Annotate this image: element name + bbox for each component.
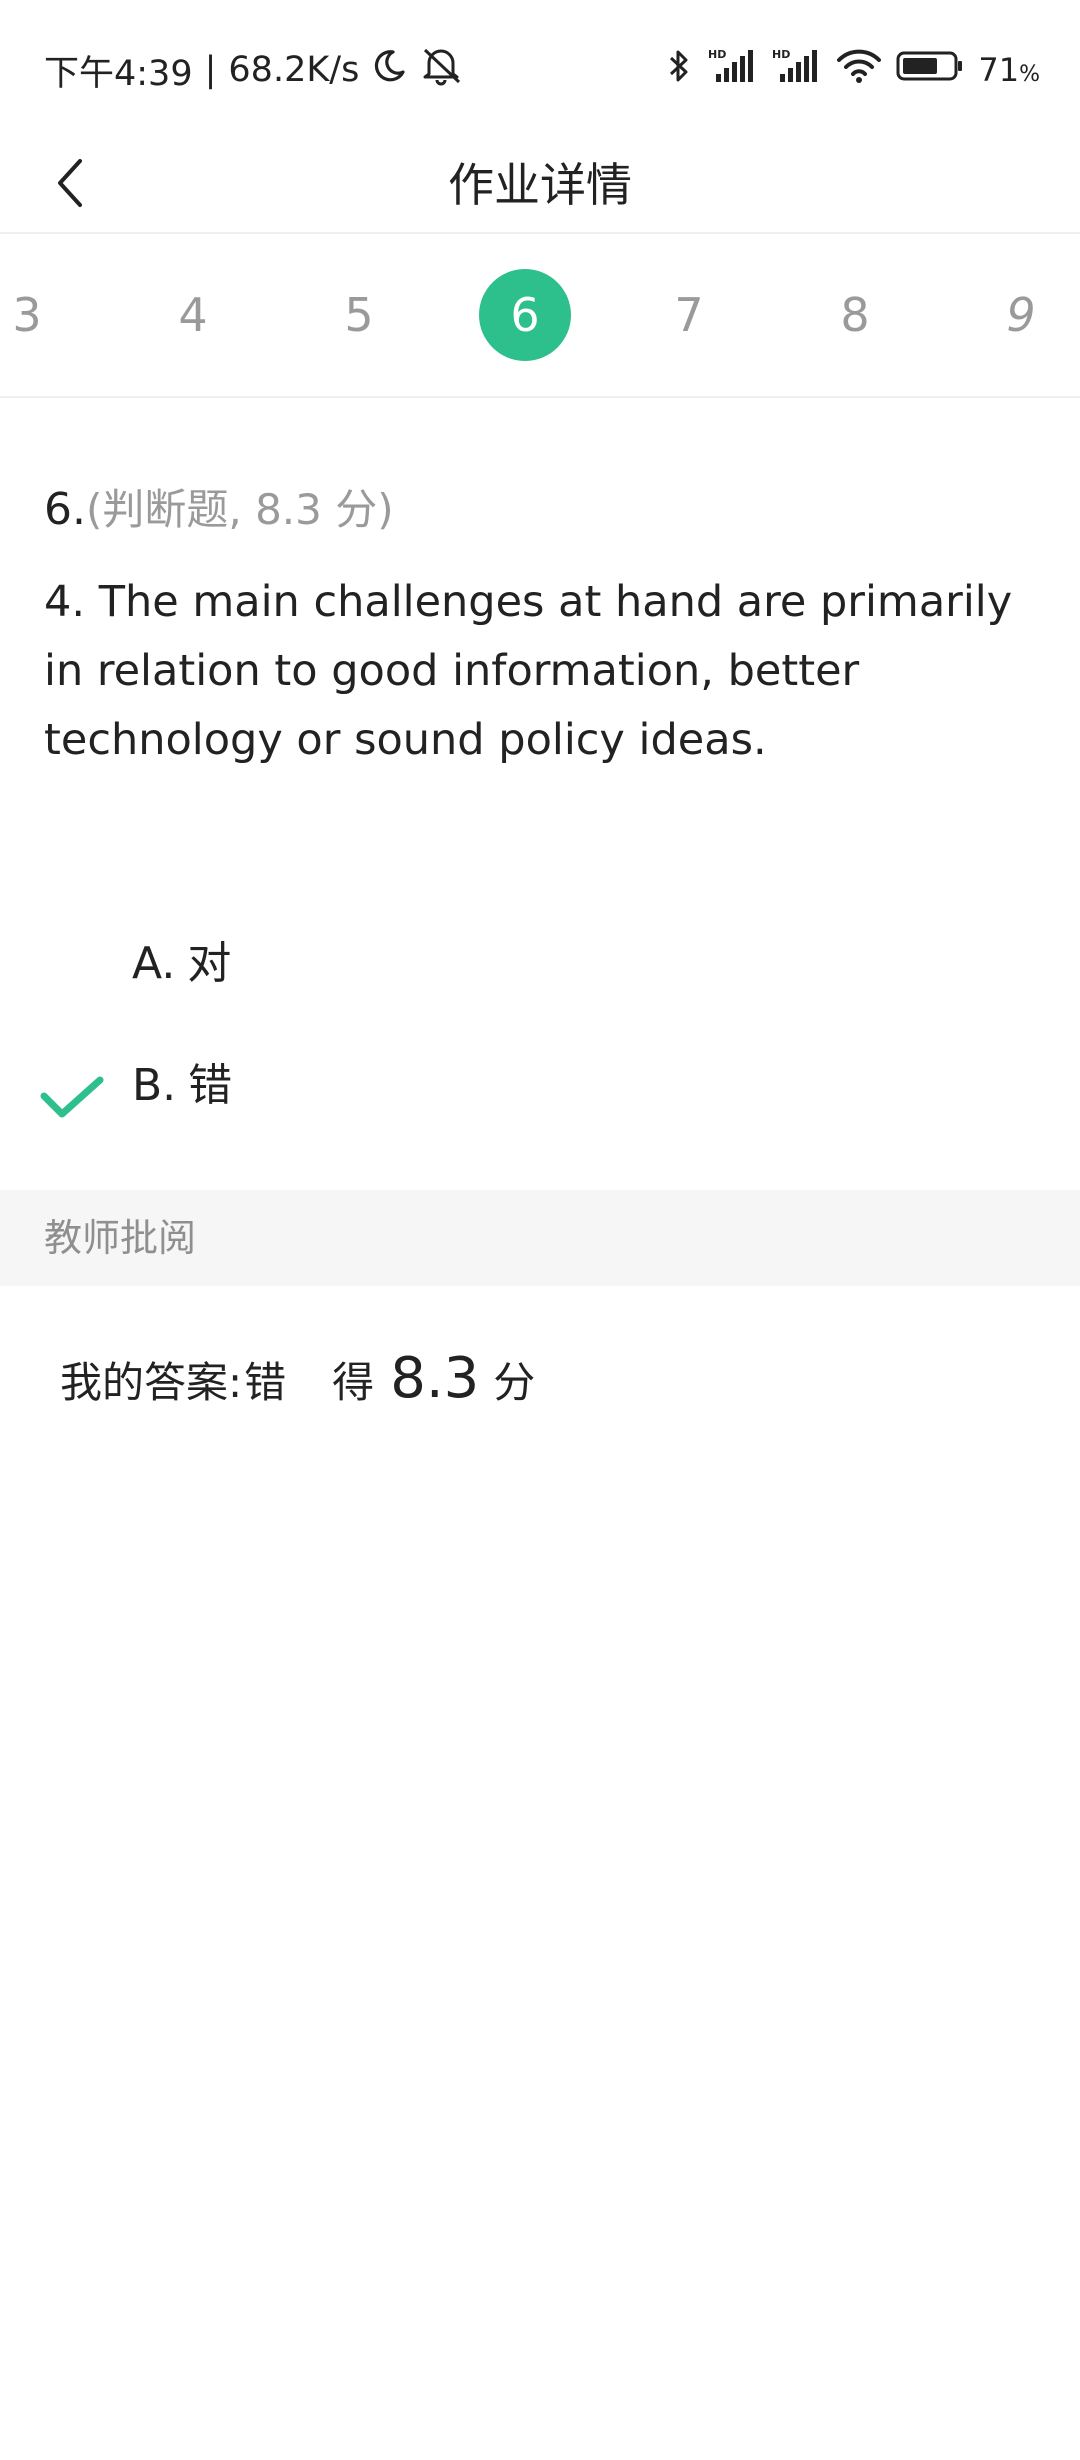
score-prefix: 得 (332, 1358, 375, 1407)
question-nav-item[interactable]: 9 (975, 269, 1067, 361)
question-nav-item[interactable]: 4 (147, 269, 239, 361)
svg-text:HD: HD (772, 48, 790, 61)
question-nav-item-active[interactable]: 6 (479, 269, 571, 361)
question-nav-item[interactable]: 7 (643, 269, 735, 361)
battery-percent: 71% (978, 51, 1040, 89)
status-bar: 下午4:39 | 68.2K/s HD HD 71% (0, 0, 1080, 138)
check-icon (38, 1066, 108, 1126)
bluetooth-icon (664, 46, 694, 94)
option-key: A. (132, 938, 176, 989)
question-nav: 3 4 5 6 7 8 9 (0, 234, 1080, 396)
score-unit: 分 (493, 1358, 536, 1407)
option-key: B. (132, 1060, 177, 1111)
question-nav-item[interactable]: 5 (313, 269, 405, 361)
bell-off-icon (419, 46, 463, 95)
status-net-speed: 68.2K/s (228, 50, 360, 90)
moon-icon (371, 48, 407, 93)
signal-hd-icon: HD (772, 46, 822, 94)
my-answer: 我的答案: 错 得 8.3 分 (60, 1346, 535, 1426)
score-value: 8.3 (390, 1346, 480, 1411)
battery-percent-value: 71 (978, 51, 1020, 89)
question-nav-item[interactable]: 8 (809, 269, 901, 361)
svg-text:HD: HD (708, 48, 726, 61)
option-b-label: B. 错 (132, 1036, 232, 1136)
app-header: 作业详情 (0, 138, 1080, 232)
question-meta: (判断题, 8.3 分) (85, 485, 394, 534)
my-answer-label: 我的答案: (60, 1358, 243, 1407)
wifi-icon (836, 46, 882, 94)
nav-divider (0, 396, 1080, 398)
my-answer-value: 错 (244, 1358, 287, 1407)
question-header: 6. (判断题, 8.3 分) (44, 476, 394, 537)
question-text: 4. The main challenges at hand are prima… (44, 577, 1013, 765)
option-a[interactable]: A. 对 (0, 914, 1080, 1014)
signal-hd-icon: HD (708, 46, 758, 94)
status-right: HD HD 71% (664, 42, 1040, 98)
option-text: 对 (187, 938, 232, 989)
option-text: 错 (188, 1060, 233, 1111)
teacher-review-title: 教师批阅 (44, 1216, 197, 1260)
question-number: 6. (44, 484, 86, 535)
question-nav-item[interactable]: 3 (0, 269, 73, 361)
page-title: 作业详情 (448, 158, 632, 212)
option-a-label: A. 对 (132, 914, 231, 1014)
option-b[interactable]: B. 错 (0, 1036, 1080, 1136)
teacher-review-section: 教师批阅 (0, 1190, 1080, 1286)
status-separator: | (204, 50, 217, 90)
battery-percent-unit: % (1019, 62, 1040, 87)
status-left: 下午4:39 | 68.2K/s (44, 42, 463, 98)
battery-icon (896, 48, 964, 92)
status-time: 下午4:39 (44, 53, 193, 94)
